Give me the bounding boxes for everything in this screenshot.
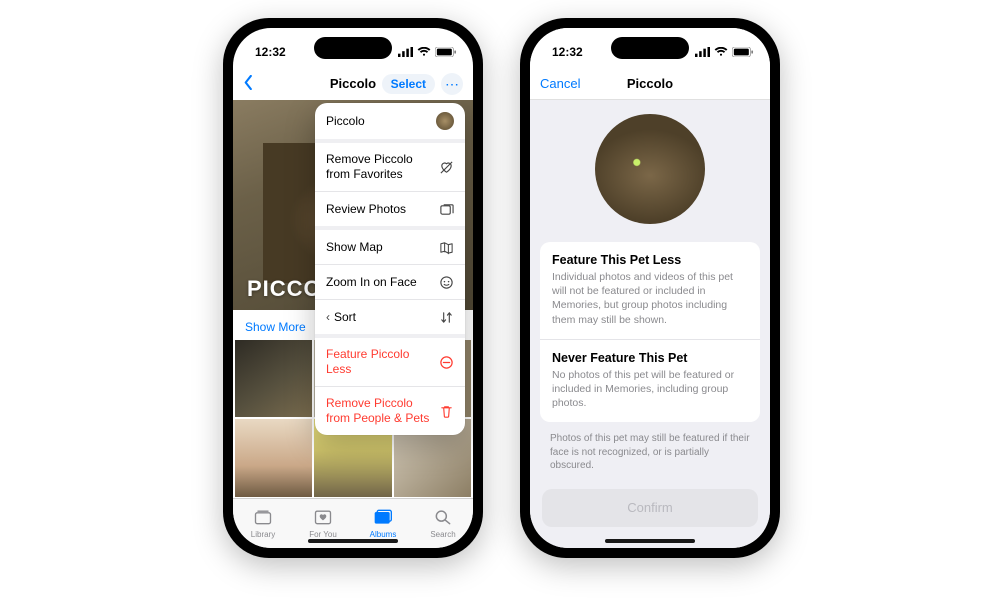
search-icon [433, 508, 453, 528]
wifi-icon [417, 47, 431, 57]
cellular-signal-icon [398, 47, 413, 57]
content-area: PICCOLO Show More Piccolo Remove Piccolo… [233, 100, 473, 498]
cancel-button[interactable]: Cancel [540, 76, 580, 91]
status-time: 12:32 [552, 45, 583, 59]
wifi-icon [714, 47, 728, 57]
context-menu: Piccolo Remove Piccolo from Favorites Re… [315, 103, 465, 435]
menu-item-feature-less[interactable]: Feature Piccolo Less [315, 338, 465, 387]
menu-item-remove-favorite[interactable]: Remove Piccolo from Favorites [315, 143, 465, 192]
minus-circle-icon [438, 354, 454, 370]
dynamic-island [611, 37, 689, 59]
option-never-feature[interactable]: Never Feature This Pet No photos of this… [540, 339, 760, 423]
more-button[interactable]: ⋯ [441, 73, 463, 95]
pet-avatar-icon [436, 112, 454, 130]
heart-slash-icon [438, 159, 454, 175]
screen-left: 12:32 Piccolo Select ⋯ [233, 28, 473, 548]
home-indicator[interactable] [308, 539, 398, 543]
option-feature-less[interactable]: Feature This Pet Less Individual photos … [540, 242, 760, 339]
cellular-signal-icon [695, 47, 710, 57]
option-desc: Individual photos and videos of this pet… [552, 270, 748, 327]
heart-icon [313, 508, 333, 528]
status-time: 12:32 [255, 45, 286, 59]
select-button[interactable]: Select [382, 74, 435, 94]
option-title: Feature This Pet Less [552, 253, 748, 267]
sort-arrows-icon [438, 309, 454, 325]
menu-item-show-map[interactable]: Show Map [315, 230, 465, 265]
menu-item-sort[interactable]: ‹Sort [315, 300, 465, 338]
phone-frame-left: 12:32 Piccolo Select ⋯ [223, 18, 483, 558]
pet-avatar-large [595, 114, 705, 224]
library-icon [253, 508, 273, 528]
tab-label: For You [309, 530, 337, 539]
phone-frame-right: 12:32 Cancel Piccolo Feature Th [520, 18, 780, 558]
menu-item-zoom-face[interactable]: Zoom In on Face [315, 265, 465, 300]
home-indicator[interactable] [605, 539, 695, 543]
map-icon [438, 239, 454, 255]
sheet-nav-bar: Cancel Piccolo [530, 68, 770, 100]
confirm-button[interactable]: Confirm [542, 489, 758, 527]
ellipsis-icon: ⋯ [445, 77, 459, 91]
tab-label: Library [251, 530, 275, 539]
nav-bar: Piccolo Select ⋯ [233, 68, 473, 100]
dynamic-island [314, 37, 392, 59]
footnote: Photos of this pet may still be featured… [530, 422, 770, 473]
tab-label: Albums [370, 530, 397, 539]
sheet-content: Feature This Pet Less Individual photos … [530, 100, 770, 548]
options-card: Feature This Pet Less Individual photos … [540, 242, 760, 422]
albums-icon [373, 508, 393, 528]
back-button[interactable] [243, 75, 254, 93]
menu-item-name[interactable]: Piccolo [315, 103, 465, 143]
screen-right: 12:32 Cancel Piccolo Feature Th [530, 28, 770, 548]
tab-library[interactable]: Library [233, 499, 293, 548]
trash-icon [438, 403, 454, 419]
battery-icon [732, 47, 754, 57]
photo-thumb[interactable] [235, 419, 312, 496]
option-desc: No photos of this pet will be featured o… [552, 368, 748, 411]
menu-item-remove-people-pets[interactable]: Remove Piccolo from People & Pets [315, 387, 465, 435]
menu-item-review-photos[interactable]: Review Photos [315, 192, 465, 230]
photo-thumb[interactable] [235, 340, 312, 417]
tab-search[interactable]: Search [413, 499, 473, 548]
face-icon [438, 274, 454, 290]
chevron-left-icon: ‹ [326, 310, 330, 324]
option-title: Never Feature This Pet [552, 351, 748, 365]
chevron-left-icon [243, 75, 254, 93]
tab-label: Search [430, 530, 455, 539]
photo-stack-icon [438, 201, 454, 217]
battery-icon [435, 47, 457, 57]
